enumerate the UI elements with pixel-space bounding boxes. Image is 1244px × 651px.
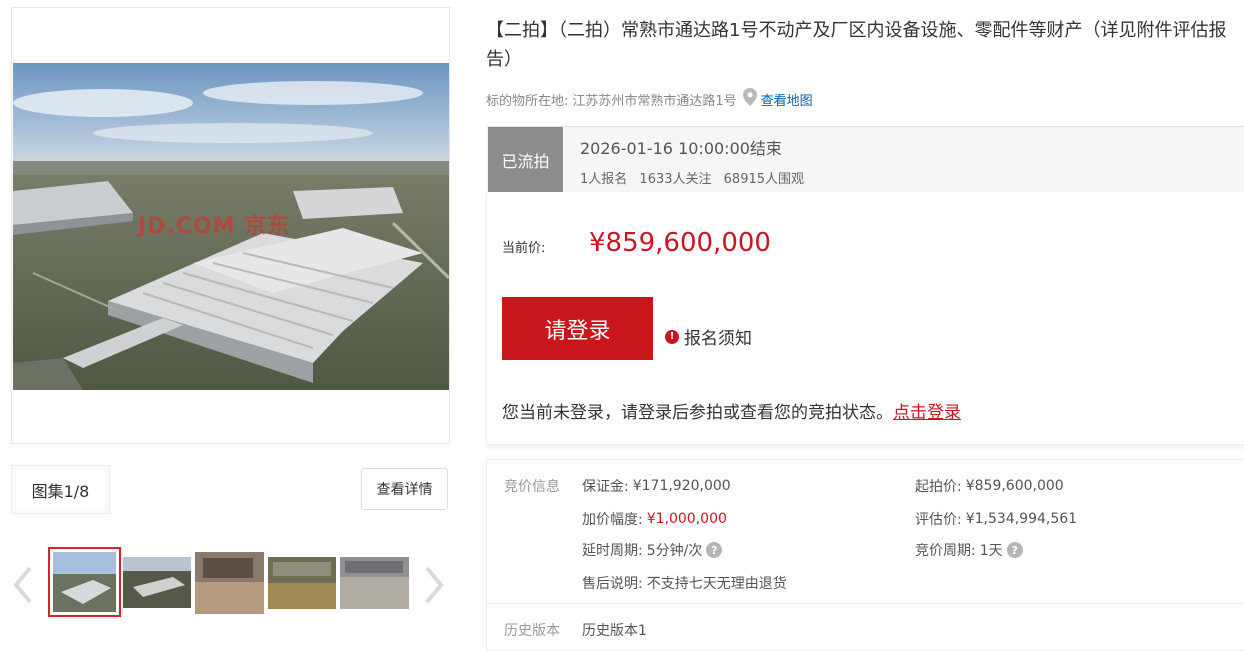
status-badge: 已流拍	[488, 127, 563, 192]
location-value: 江苏苏州市常熟市通达路1号	[572, 93, 737, 109]
main-image-frame[interactable]: JD.COM 京东	[11, 7, 450, 444]
delay-value: 5分钟/次	[646, 543, 703, 559]
cycle-row: 竞价周期: 1天 ?	[915, 540, 1023, 560]
location-row: 标的物所在地: 江苏苏州市常熟市通达路1号 查看地图	[486, 88, 813, 110]
delay-label: 延时周期:	[582, 543, 643, 559]
history-version-link[interactable]: 历史版本1	[582, 620, 647, 640]
exclamation-icon: !	[665, 329, 679, 344]
end-time: 2026-01-16 10:00:00结束	[580, 139, 782, 158]
bid-info-section-label: 竞价信息	[504, 479, 560, 495]
start-price-label: 起拍价:	[915, 479, 962, 495]
aftersale-value: 不支持七天无理由退货	[646, 576, 787, 592]
thumbnail-2[interactable]	[123, 557, 191, 608]
aftersale-label: 售后说明:	[582, 576, 643, 592]
location-label: 标的物所在地:	[486, 93, 569, 109]
start-price-value: ¥859,600,000	[965, 478, 1064, 494]
appraisal-row: 评估价: ¥1,534,994,561	[915, 509, 1077, 529]
deposit-label: 保证金:	[582, 479, 629, 495]
thumbnail-5[interactable]	[340, 557, 409, 609]
history-section-label: 历史版本	[504, 623, 560, 639]
deposit-value: ¥171,920,000	[632, 478, 731, 494]
thumbnail-3[interactable]	[195, 552, 264, 614]
viewer-count: 68915人围观	[723, 172, 805, 187]
delay-row: 延时周期: 5分钟/次 ?	[582, 540, 723, 560]
increment-value: ¥1,000,000	[646, 511, 727, 527]
thumb-prev-arrow-icon[interactable]	[10, 565, 36, 605]
property-aerial-photo[interactable]: JD.COM 京东	[13, 63, 449, 390]
appraisal-label: 评估价:	[915, 512, 962, 528]
help-icon[interactable]: ?	[1006, 542, 1023, 558]
click-login-link[interactable]: 点击登录	[893, 403, 961, 423]
auction-title: 【二拍】（二拍）常熟市通达路1号不动产及厂区内设备设施、零配件等财产（详见附件评…	[486, 20, 1227, 70]
album-counter-label: 图集1/8	[16, 470, 105, 509]
view-map-link[interactable]: 查看地图	[761, 90, 813, 109]
registration-notice-link[interactable]: ! 报名须知	[665, 324, 752, 349]
signup-count: 1人报名	[580, 172, 628, 187]
view-detail-button[interactable]: 查看详情	[361, 468, 448, 510]
increment-row: 加价幅度: ¥1,000,000	[582, 509, 727, 529]
thumb-next-arrow-icon[interactable]	[421, 565, 447, 605]
map-pin-icon	[742, 88, 757, 110]
price-panel: 当前价: ¥859,600,000 请登录 ! 报名须知 您当前未登录，请登录后…	[486, 192, 1244, 445]
increment-label: 加价幅度:	[582, 512, 643, 528]
login-tip-text: 您当前未登录，请登录后参拍或查看您的竞拍状态。	[502, 403, 893, 423]
thumbnail-1[interactable]	[48, 547, 121, 617]
cycle-label: 竞价周期:	[915, 543, 976, 559]
current-price-value: ¥859,600,000	[589, 228, 771, 258]
deposit-row: 保证金: ¥171,920,000	[582, 476, 731, 496]
login-button[interactable]: 请登录	[502, 297, 653, 360]
appraisal-value: ¥1,534,994,561	[965, 511, 1078, 527]
login-tip: 您当前未登录，请登录后参拍或查看您的竞拍状态。点击登录	[502, 398, 961, 423]
auction-stats: 1人报名 1633人关注 68915人围观	[580, 168, 812, 187]
current-price-label: 当前价:	[502, 241, 546, 256]
auction-status-panel: 已流拍 2026-01-16 10:00:00结束 1人报名 1633人关注 6…	[486, 126, 1244, 192]
aftersale-row: 售后说明: 不支持七天无理由退货	[582, 573, 787, 593]
bid-details-panel: 竞价信息 保证金: ¥171,920,000 起拍价: ¥859,600,000…	[486, 459, 1244, 651]
thumbnail-4[interactable]	[268, 557, 336, 609]
follower-count: 1633人关注	[639, 172, 712, 187]
help-icon[interactable]: ?	[706, 542, 723, 558]
start-price-row: 起拍价: ¥859,600,000	[915, 476, 1064, 496]
watermark: JD.COM 京东	[138, 214, 291, 239]
registration-notice-label: 报名须知	[684, 329, 752, 349]
album-counter: 图集1/8	[11, 465, 110, 514]
cycle-value: 1天	[979, 543, 1003, 559]
divider	[487, 603, 1244, 604]
